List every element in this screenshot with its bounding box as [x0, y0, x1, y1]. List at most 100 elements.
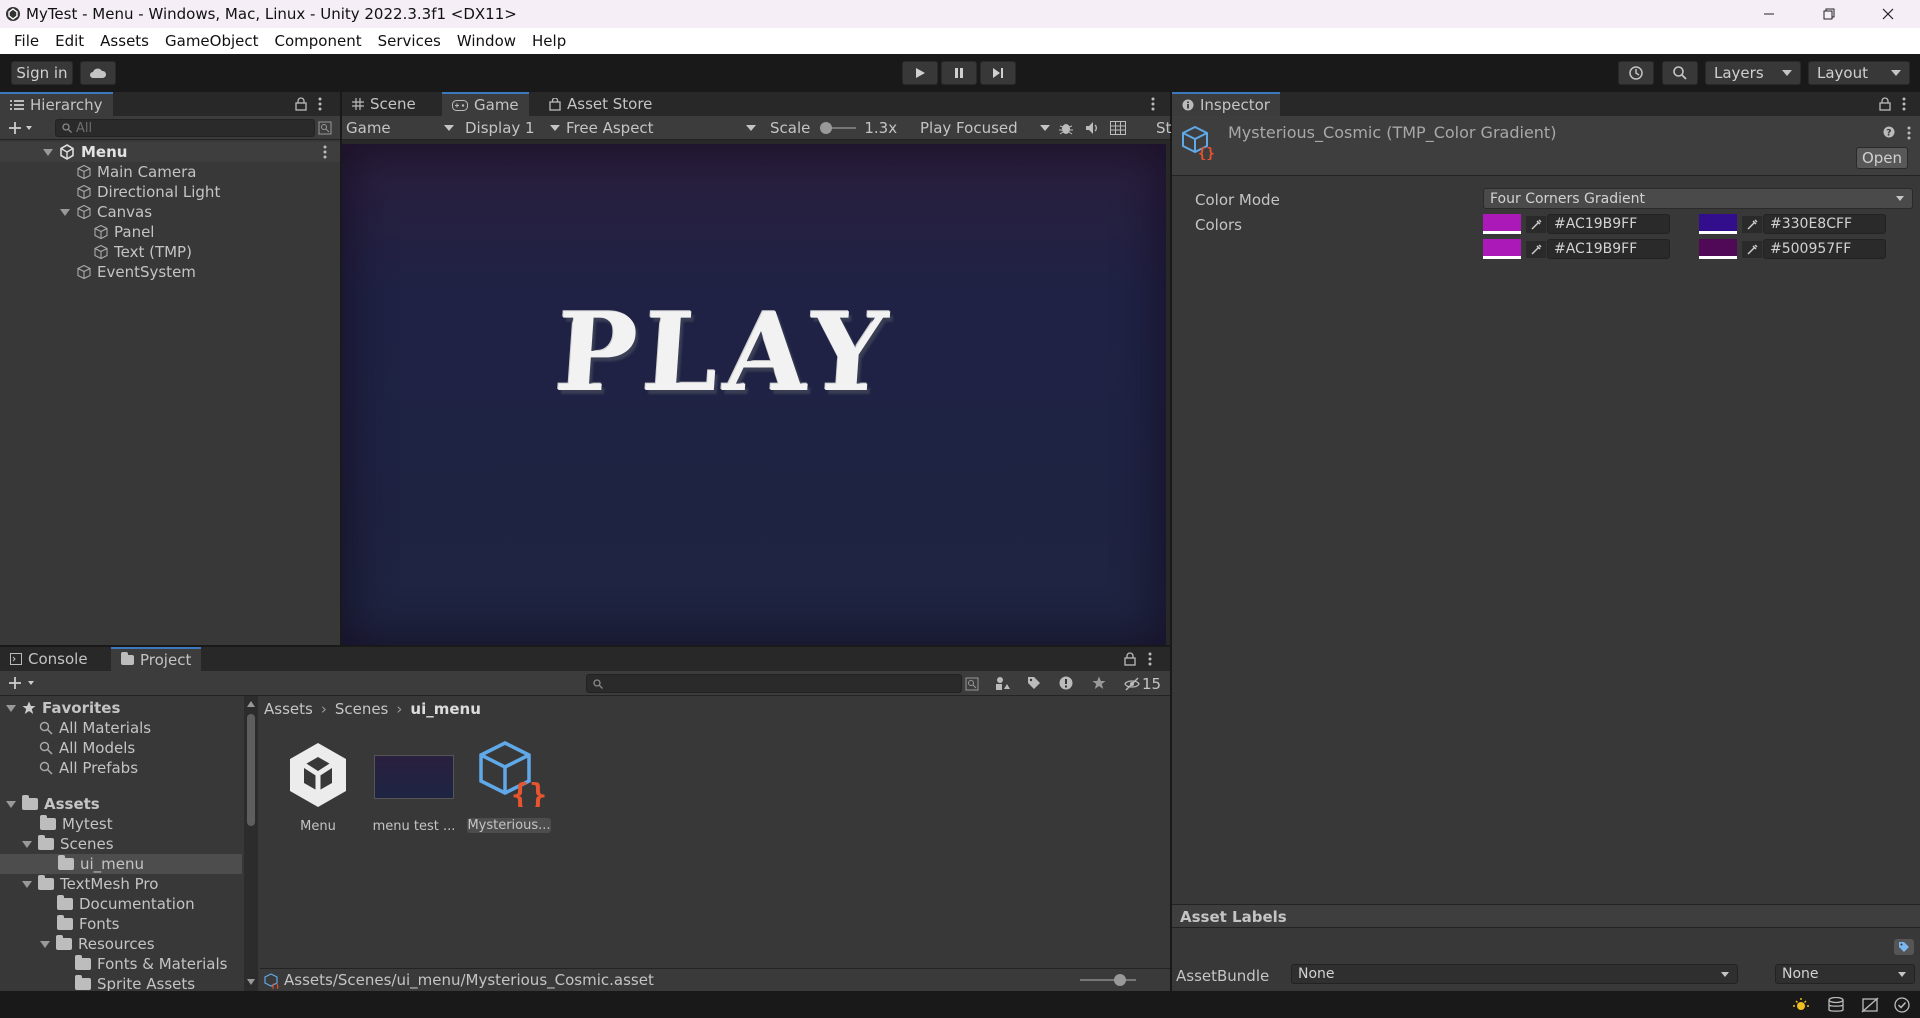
scene-row[interactable]: Menu — [0, 142, 340, 162]
folder-mytest[interactable]: Mytest — [40, 814, 113, 834]
game-render-view[interactable]: PLAY — [342, 144, 1166, 645]
tab-game[interactable]: Game — [442, 92, 529, 116]
menu-file[interactable]: File — [6, 32, 47, 50]
color-hex-input[interactable]: #500957FF — [1763, 239, 1886, 259]
breadcrumb-item[interactable]: Assets — [264, 700, 313, 718]
breadcrumb-item-current[interactable]: ui_menu — [410, 700, 480, 718]
asset-item-mysterious-cosmic[interactable]: {} Mysterious... — [466, 739, 552, 835]
menu-gameobject[interactable]: GameObject — [157, 32, 267, 50]
layers-dropdown[interactable]: Layers — [1705, 61, 1801, 85]
add-icon[interactable] — [8, 120, 34, 136]
color-swatch[interactable] — [1699, 239, 1737, 259]
kebab-menu-icon[interactable] — [1907, 126, 1911, 140]
log-types-icon[interactable] — [1059, 676, 1073, 690]
folder-resources[interactable]: Resources — [40, 934, 155, 954]
assetbundle-dropdown[interactable]: None — [1291, 964, 1738, 984]
lock-icon[interactable] — [295, 97, 307, 111]
lighting-icon[interactable] — [1793, 997, 1811, 1013]
color-hex-input[interactable]: #AC19B9FF — [1547, 214, 1670, 234]
filter-by-type-icon[interactable] — [995, 676, 1011, 690]
favorites-item[interactable]: All Materials — [39, 718, 151, 738]
search-button[interactable] — [1662, 61, 1698, 85]
scroll-up-arrow-icon[interactable] — [247, 701, 255, 707]
kebab-menu-icon[interactable] — [1151, 97, 1155, 111]
expand-arrow-icon[interactable] — [43, 148, 53, 156]
stats-button-partial[interactable]: St — [1156, 119, 1171, 137]
eyedropper-icon[interactable] — [1526, 216, 1546, 233]
layout-dropdown[interactable]: Layout — [1808, 61, 1910, 85]
hierarchy-item-main-camera[interactable]: Main Camera — [76, 162, 196, 182]
color-field-bottom-left[interactable]: #AC19B9FF — [1483, 239, 1673, 259]
play-button[interactable] — [902, 61, 938, 85]
audio-icon[interactable] — [1084, 120, 1100, 136]
tab-scene[interactable]: Scene — [342, 92, 426, 116]
display-dropdown[interactable]: Display 1 — [465, 118, 560, 138]
expand-arrow-icon[interactable] — [22, 880, 32, 888]
restore-button[interactable] — [1806, 0, 1852, 28]
help-icon[interactable]: ? — [1883, 126, 1895, 138]
menu-window[interactable]: Window — [449, 32, 524, 50]
color-field-top-right[interactable]: #330E8CFF — [1699, 214, 1889, 234]
menu-edit[interactable]: Edit — [47, 32, 92, 50]
pause-button[interactable] — [941, 61, 977, 85]
folder-fonts-materials[interactable]: Fonts & Materials — [75, 954, 227, 974]
hierarchy-item-text-tmp[interactable]: Text (TMP) — [93, 242, 192, 262]
close-button[interactable] — [1865, 0, 1911, 28]
open-button[interactable]: Open — [1856, 147, 1908, 169]
minimize-button[interactable] — [1746, 0, 1792, 28]
tag-icon[interactable] — [1894, 939, 1914, 955]
tab-inspector[interactable]: Inspector — [1172, 92, 1280, 116]
color-hex-input[interactable]: #AC19B9FF — [1547, 239, 1670, 259]
view-mode-dropdown[interactable]: Game — [346, 118, 454, 138]
favorites-item[interactable]: All Prefabs — [39, 758, 138, 778]
eyedropper-icon[interactable] — [1526, 241, 1546, 258]
expand-arrow-icon[interactable] — [6, 704, 16, 712]
icon-size-slider[interactable] — [1080, 974, 1136, 986]
kebab-menu-icon[interactable] — [1148, 652, 1152, 666]
history-button[interactable] — [1618, 61, 1654, 85]
cloud-button[interactable] — [80, 61, 116, 85]
network-off-icon[interactable] — [1861, 997, 1879, 1013]
scale-slider-thumb[interactable] — [820, 122, 833, 134]
search-options-icon[interactable] — [965, 677, 979, 691]
folder-ui-menu[interactable]: ui_menu — [0, 854, 242, 874]
tab-asset-store[interactable]: Asset Store — [539, 92, 662, 116]
search-options-icon[interactable] — [318, 121, 332, 135]
scrollbar-thumb[interactable] — [247, 714, 255, 826]
sign-in-button[interactable]: Sign in — [11, 61, 73, 85]
expand-arrow-icon[interactable] — [60, 208, 70, 216]
aspect-dropdown[interactable]: Free Aspect — [566, 118, 756, 138]
color-mode-dropdown[interactable]: Four Corners Gradient — [1483, 188, 1913, 209]
hierarchy-item-canvas[interactable]: Canvas — [60, 202, 152, 222]
step-button[interactable] — [980, 61, 1016, 85]
hierarchy-item-eventsystem[interactable]: EventSystem — [76, 262, 196, 282]
eyedropper-icon[interactable] — [1742, 216, 1762, 233]
assets-root-row[interactable]: Assets — [6, 794, 100, 814]
cache-server-icon[interactable] — [1827, 997, 1845, 1013]
menu-help[interactable]: Help — [524, 32, 574, 50]
icon-size-slider-thumb[interactable] — [1114, 974, 1126, 986]
folder-tree-scrollbar[interactable] — [244, 696, 258, 991]
kebab-menu-icon[interactable] — [323, 145, 327, 159]
color-swatch[interactable] — [1483, 214, 1521, 234]
color-hex-input[interactable]: #330E8CFF — [1763, 214, 1886, 234]
breadcrumb-item[interactable]: Scenes — [335, 700, 389, 718]
expand-arrow-icon[interactable] — [6, 800, 16, 808]
assetbundle-variant-dropdown[interactable]: None — [1775, 964, 1915, 984]
hierarchy-item-panel[interactable]: Panel — [93, 222, 154, 242]
hierarchy-item-directional-light[interactable]: Directional Light — [76, 182, 220, 202]
progress-check-icon[interactable] — [1894, 997, 1910, 1013]
color-swatch[interactable] — [1699, 214, 1737, 234]
menu-component[interactable]: Component — [267, 32, 370, 50]
lock-icon[interactable] — [1124, 652, 1136, 666]
lock-icon[interactable] — [1879, 97, 1891, 111]
color-field-top-left[interactable]: #AC19B9FF — [1483, 214, 1673, 234]
menu-assets[interactable]: Assets — [92, 32, 157, 50]
project-search-input[interactable] — [586, 674, 962, 693]
hidden-packages-toggle[interactable]: 15 — [1124, 675, 1161, 693]
asset-item-menu[interactable]: Menu — [278, 739, 358, 835]
scroll-down-arrow-icon[interactable] — [247, 979, 255, 985]
scale-slider[interactable] — [820, 121, 857, 135]
folder-documentation[interactable]: Documentation — [57, 894, 195, 914]
favorite-star-icon[interactable] — [1092, 676, 1106, 690]
